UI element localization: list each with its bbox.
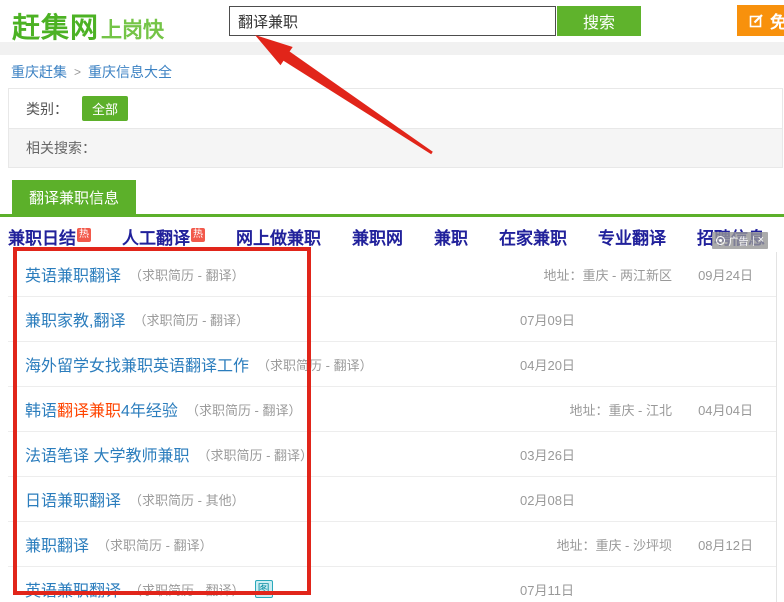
listing-row: 英语兼职翻译 （求职简历 - 翻译） 图 07月11日	[8, 567, 777, 602]
listing-category: （求职简历 - 翻译）	[257, 355, 373, 374]
search-button[interactable]: 搜索	[557, 6, 641, 36]
listing-title-link[interactable]: 海外留学女找兼职英语翻译工作	[25, 352, 249, 376]
breadcrumb-separator: >	[74, 65, 81, 79]
listing-date: 04月04日	[698, 400, 753, 419]
listing-category: （求职简历 - 其他）	[129, 490, 245, 509]
ad-close-icon[interactable]: ×	[758, 235, 764, 246]
logo-slogan-text: 上岗快	[101, 14, 164, 44]
section-tab-bar: 翻译兼职信息	[0, 180, 784, 217]
ad-badge: 广告 ×	[712, 232, 768, 249]
site-logo[interactable]: 赶集网 上岗快	[12, 6, 164, 46]
related-search-label: 相关搜索：	[26, 138, 96, 158]
hot-badge-icon: 热	[77, 228, 91, 242]
listing-category: （求职简历 - 翻译）	[133, 310, 249, 329]
listing-date: 07月11日	[520, 580, 574, 599]
breadcrumb-info-link[interactable]: 重庆信息大全	[88, 62, 172, 82]
listing-title-link[interactable]: 韩语翻译兼职4年经验	[25, 397, 178, 421]
related-keywords-nav: 兼职日结热 人工翻译热 网上做兼职 兼职网 兼职 在家兼职 专业翻译 招聘信息 …	[0, 224, 784, 249]
listing-date: 09月24日	[698, 265, 753, 284]
listing-category: （求职简历 - 翻译）	[129, 265, 245, 284]
listing-row: 韩语翻译兼职4年经验 （求职简历 - 翻译） 地址：重庆 - 江北 04月04日	[8, 387, 777, 432]
listing-row: 英语兼职翻译 （求职简历 - 翻译） 地址：重庆 - 两江新区 09月24日	[8, 252, 777, 297]
listing-row: 兼职翻译 （求职简历 - 翻译） 地址：重庆 - 沙坪坝 08月12日	[8, 522, 777, 567]
nav-item-daily-parttime[interactable]: 兼职日结热	[8, 224, 91, 249]
keyword-highlight: 翻译兼职	[57, 403, 121, 420]
listing-category: （求职简历 - 翻译）	[186, 400, 302, 419]
listing-title-link[interactable]: 法语笔译 大学教师兼职	[25, 442, 189, 466]
nav-item-home-parttime[interactable]: 在家兼职	[499, 224, 567, 249]
listing-address: 地址：重庆 - 江北	[569, 400, 672, 419]
ad-divider	[753, 236, 754, 246]
search-input[interactable]	[229, 6, 556, 36]
free-publish-button[interactable]: 免费发布	[737, 5, 784, 36]
ad-label: 广告	[729, 233, 749, 248]
listing-title-link[interactable]: 兼职翻译	[25, 532, 89, 556]
listing-row: 兼职家教,翻译 （求职简历 - 翻译） 07月09日	[8, 297, 777, 342]
nav-item-professional-translation[interactable]: 专业翻译	[598, 224, 666, 249]
listing-date: 02月08日	[520, 490, 575, 509]
related-search-row: 相关搜索：	[9, 128, 782, 167]
nav-item-human-translation[interactable]: 人工翻译热	[122, 224, 205, 249]
listing-date: 08月12日	[698, 535, 753, 554]
category-all-button[interactable]: 全部	[82, 96, 128, 121]
has-photo-badge: 图	[255, 580, 273, 598]
category-filter-row: 类别： 全部	[9, 89, 782, 128]
tab-translation-parttime-info[interactable]: 翻译兼职信息	[12, 180, 136, 214]
listing-category: （求职简历 - 翻译）	[129, 580, 245, 599]
edit-icon	[749, 13, 764, 28]
breadcrumb: 重庆赶集 > 重庆信息大全	[0, 55, 784, 88]
listing-row: 海外留学女找兼职英语翻译工作 （求职简历 - 翻译） 04月20日	[8, 342, 777, 387]
hot-badge-icon: 热	[191, 228, 205, 242]
nav-item-parttime[interactable]: 兼职	[434, 224, 468, 249]
listing-category: （求职简历 - 翻译）	[97, 535, 213, 554]
listing-address: 地址：重庆 - 两江新区	[543, 265, 672, 284]
listing-category: （求职简历 - 翻译）	[197, 445, 313, 464]
listing-date: 07月09日	[520, 310, 575, 329]
listing-title-link[interactable]: 日语兼职翻译	[25, 487, 121, 511]
site-header: 赶集网 上岗快 搜索 免费发布	[0, 0, 784, 42]
logo-brand-text: 赶集网	[12, 6, 99, 46]
listing-title-link[interactable]: 兼职家教,翻译	[25, 307, 125, 331]
nav-item-parttime-net[interactable]: 兼职网	[352, 224, 403, 249]
listing-title-link[interactable]: 英语兼职翻译	[25, 577, 121, 601]
nav-item-online-parttime[interactable]: 网上做兼职	[236, 224, 321, 249]
publish-label: 免费发布	[770, 8, 784, 33]
filter-panel: 类别： 全部 相关搜索：	[8, 88, 783, 168]
listing-row: 法语笔译 大学教师兼职 （求职简历 - 翻译） 03月26日	[8, 432, 777, 477]
listing-date: 03月26日	[520, 445, 575, 464]
breadcrumb-city-link[interactable]: 重庆赶集	[11, 62, 67, 82]
ad-info-icon	[716, 236, 725, 245]
listing-address: 地址：重庆 - 沙坪坝	[556, 535, 672, 554]
listing-row: 日语兼职翻译 （求职简历 - 其他） 02月08日	[8, 477, 777, 522]
category-label: 类别：	[26, 99, 68, 119]
listing-title-link[interactable]: 英语兼职翻译	[25, 262, 121, 286]
job-listings: 英语兼职翻译 （求职简历 - 翻译） 地址：重庆 - 两江新区 09月24日 兼…	[8, 252, 777, 602]
listing-date: 04月20日	[520, 355, 575, 374]
